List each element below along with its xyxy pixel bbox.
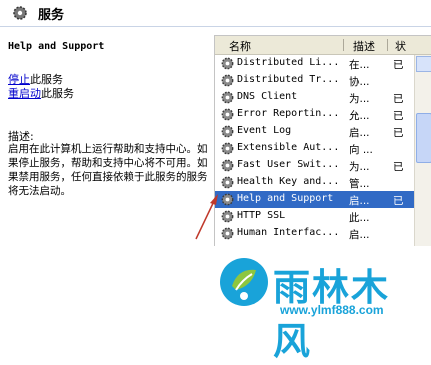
watermark-url: www.ylmf888.com: [280, 303, 384, 317]
leaf-logo-icon: [220, 258, 268, 306]
watermark-logo: 雨林木风 www.ylmf888.com: [218, 250, 428, 363]
